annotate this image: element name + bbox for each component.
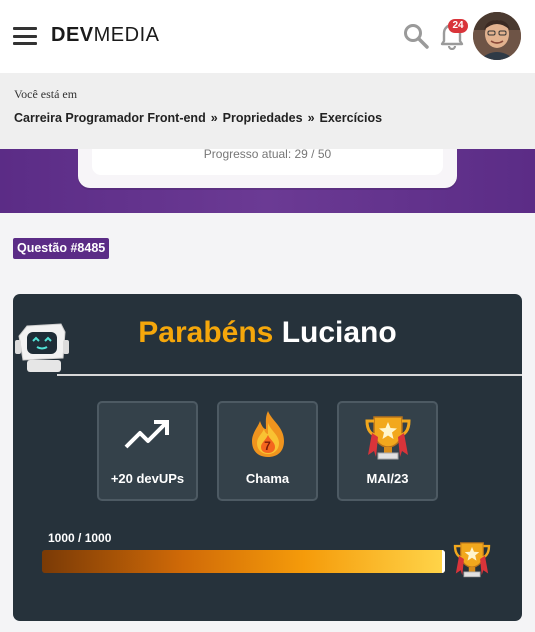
reward-flame: 7 Chama [217,401,318,501]
divider [57,374,522,376]
breadcrumb-area: Você está em Carreira Programador Front-… [0,73,535,149]
xp-progress-bar [42,550,445,573]
avatar[interactable] [473,12,521,60]
breadcrumb-item-career[interactable]: Carreira Programador Front-end [14,111,206,125]
reward-trophy: MAI/23 [337,401,438,501]
search-icon[interactable] [402,22,430,50]
trending-up-icon [124,420,169,449]
progress-card: Progresso atual: 29 / 50 [78,147,457,188]
breadcrumb-item-exercises[interactable]: Exercícios [320,111,383,125]
reward-trophy-label: MAI/23 [366,471,409,486]
breadcrumb-item-properties[interactable]: Propriedades [223,111,303,125]
congrats-highlight: Parabéns [138,316,274,349]
xp-label: 1000 / 1000 [48,531,112,545]
congrats-card: Parabéns Luciano +20 devUPs 7 Chama MAI/… [13,294,522,621]
breadcrumb-intro: Você está em [14,87,78,101]
breadcrumb-separator: » [307,111,315,125]
menu-icon[interactable] [13,27,37,45]
devmedia-logo[interactable]: DEVMEDIA [51,24,159,47]
progress-text: Progresso atual: 29 / 50 [203,147,332,161]
trophy-icon [364,416,411,460]
top-bar: DEVMEDIA 24 [0,0,535,73]
breadcrumb: Carreira Programador Front-end » Proprieda… [14,111,382,125]
xp-progress-fill [42,550,445,573]
reward-devups-label: +20 devUPs [110,471,185,486]
user-name: Luciano [281,316,397,349]
flame-count: 7 [264,439,271,453]
question-tag: Questão #8485 [13,238,110,259]
reward-devups: +20 devUPs [97,401,198,501]
reward-flame-label: Chama [245,471,290,486]
trophy-icon [453,542,491,578]
breadcrumb-separator: » [210,111,218,125]
notification-badge[interactable]: 24 [448,19,468,33]
congrats-title: Parabéns Luciano [13,316,522,350]
